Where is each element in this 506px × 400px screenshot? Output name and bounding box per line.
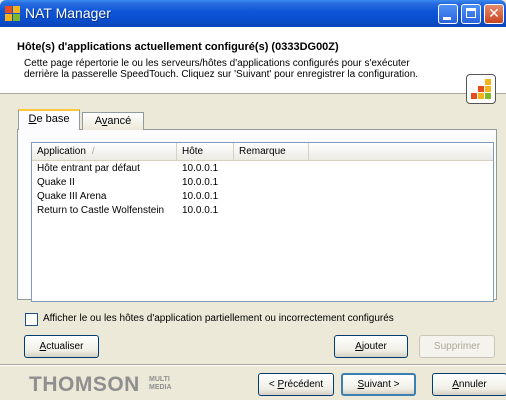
add-label: jouter (361, 341, 387, 352)
wizard-header: Hôte(s) d'applications actuellement conf… (0, 27, 506, 104)
table-row[interactable]: Quake II 10.0.0.1 (32, 176, 493, 190)
cancel-mnemonic: A (452, 379, 459, 390)
column-header-host[interactable]: Hôte (177, 143, 234, 161)
close-icon: ✕ (488, 6, 500, 22)
column-header-note[interactable]: Remarque (234, 143, 309, 161)
column-note-label: Remarque (239, 146, 286, 157)
speedtouch-logo-icon (466, 74, 496, 104)
minimize-button[interactable] (438, 4, 458, 24)
cell-application: Quake II (37, 177, 75, 188)
column-header-application[interactable]: Application / (32, 143, 177, 161)
cell-host: 10.0.0.1 (182, 191, 219, 202)
close-button[interactable]: ✕ (484, 4, 504, 24)
cancel-label: nnuler (458, 379, 487, 390)
previous-button[interactable]: < Précédent (258, 373, 334, 396)
add-button[interactable]: Ajouter (334, 335, 408, 358)
cell-application: Quake III Arena (37, 191, 107, 202)
thomson-logo: THOMSON (29, 373, 140, 396)
tab-avance-prefix: A (94, 115, 102, 127)
title-bar[interactable]: NAT Manager ✕ (0, 0, 506, 27)
column-application-label: Application (37, 146, 86, 157)
tab-avance[interactable]: Avancé (82, 112, 144, 130)
page-title: Hôte(s) d'applications actuellement conf… (17, 41, 339, 53)
next-label: uivant > (364, 379, 400, 390)
brand-sub-line1: MULTI (149, 376, 170, 383)
brand-sub-line2: MEDIA (149, 384, 172, 391)
nat-manager-icon (5, 6, 20, 21)
show-misconfigured-checkbox[interactable] (25, 313, 38, 326)
footer-divider (0, 364, 506, 366)
page-description: Cette page répertorie le ou les serveurs… (24, 58, 419, 80)
list-header: Application / Hôte Remarque (32, 143, 493, 161)
cell-host: 10.0.0.1 (182, 205, 219, 216)
cancel-button[interactable]: Annuler (432, 373, 506, 396)
tab-de-base[interactable]: De base (18, 109, 80, 130)
show-misconfigured-label[interactable]: Afficher le ou les hôtes d'application p… (43, 313, 394, 324)
table-row[interactable]: Hôte entrant par défaut 10.0.0.1 (32, 162, 493, 176)
maximize-button[interactable] (461, 4, 481, 24)
column-host-label: Hôte (182, 146, 204, 157)
add-mnemonic: A (355, 341, 362, 352)
minimize-icon (443, 17, 451, 20)
table-row[interactable]: Return to Castle Wolfenstein 10.0.0.1 (32, 204, 493, 218)
refresh-button[interactable]: Actualiser (24, 335, 99, 358)
nat-manager-window: NAT Manager ✕ Hôte(s) d'applications act… (0, 0, 506, 400)
thomson-multimedia-mark: MULTI MEDIA (149, 376, 172, 392)
cell-host: 10.0.0.1 (182, 177, 219, 188)
tab-de-base-label: e base (36, 113, 70, 125)
tab-avance-label: ancé (107, 115, 132, 127)
table-row[interactable]: Quake III Arena 10.0.0.1 (32, 190, 493, 204)
next-button[interactable]: Suivant > (341, 373, 416, 396)
previous-label: récédent (284, 379, 324, 390)
cell-application: Hôte entrant par défaut (37, 163, 140, 174)
cell-host: 10.0.0.1 (182, 163, 219, 174)
refresh-label: ctualiser (46, 341, 84, 352)
applications-list[interactable]: Application / Hôte Remarque Hôte entrant … (31, 142, 494, 302)
maximize-icon (466, 8, 476, 18)
previous-prefix: < (268, 379, 278, 390)
remove-button[interactable]: Supprimer (419, 335, 495, 358)
window-title: NAT Manager (25, 5, 111, 21)
cell-application: Return to Castle Wolfenstein (37, 205, 165, 216)
sort-indicator-icon: / (91, 146, 95, 157)
